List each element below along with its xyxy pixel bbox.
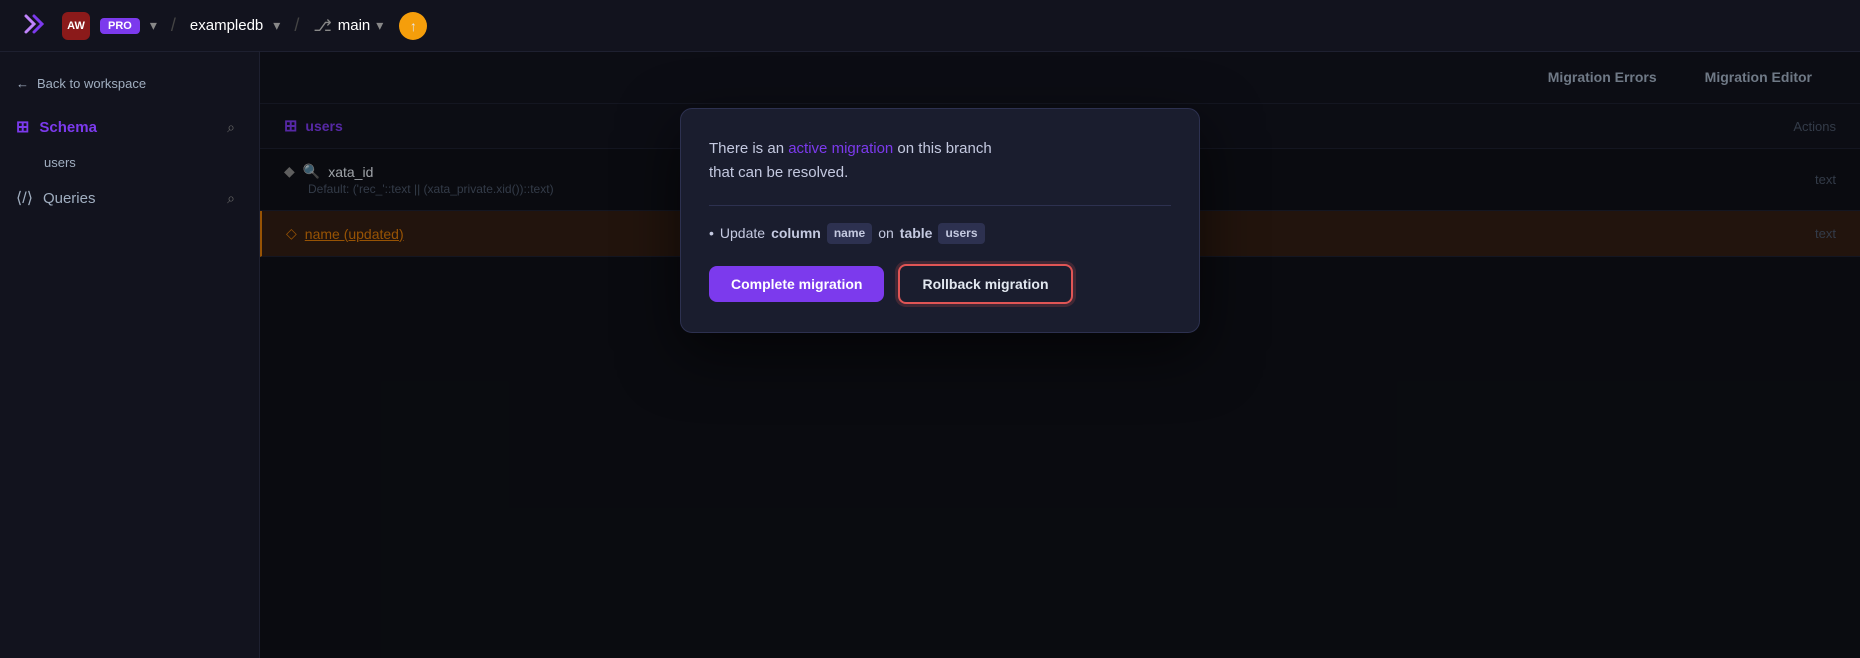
back-to-workspace[interactable]: ← Back to workspace bbox=[0, 68, 259, 107]
queries-search-icon[interactable]: ⌕ bbox=[227, 190, 247, 207]
sidebar-item-users[interactable]: users bbox=[0, 147, 259, 178]
db-chevron[interactable]: ▾ bbox=[273, 17, 280, 34]
bullet-column-bold: column bbox=[771, 222, 821, 244]
table-name-badge: users bbox=[938, 223, 984, 244]
branch-icon: ⎇ bbox=[313, 16, 331, 36]
queries-section-row: ⟨/⟩ Queries ⌕ bbox=[0, 178, 259, 218]
popup-bullet: • Update column name on table users bbox=[709, 222, 1171, 244]
main-layout: ← Back to workspace ⊞ Schema ⌕ users ⟨/⟩… bbox=[0, 52, 1860, 658]
queries-section: ⟨/⟩ Queries ⌕ bbox=[0, 178, 259, 218]
column-name-badge: name bbox=[827, 223, 872, 244]
complete-migration-button[interactable]: Complete migration bbox=[709, 266, 884, 302]
separator-2: / bbox=[294, 15, 299, 36]
popup-overlay[interactable]: There is an active migration on this bra… bbox=[260, 52, 1860, 658]
pro-badge: PRO bbox=[100, 18, 140, 34]
popup-description: There is an active migration on this bra… bbox=[709, 137, 1171, 185]
schema-section-row: ⊞ Schema ⌕ bbox=[0, 107, 259, 147]
popup-actions: Complete migration Rollback migration bbox=[709, 264, 1171, 304]
queries-label: Queries bbox=[43, 190, 96, 207]
separator-1: / bbox=[171, 15, 176, 36]
user-avatar: AW bbox=[62, 12, 90, 40]
bullet-update-text: Update bbox=[720, 222, 765, 244]
account-chevron[interactable]: ▾ bbox=[150, 17, 157, 34]
bullet-table-bold: table bbox=[900, 222, 933, 244]
branch-name: main bbox=[338, 17, 371, 34]
schema-header[interactable]: ⊞ Schema bbox=[0, 107, 113, 147]
active-migration-link[interactable]: active migration bbox=[788, 140, 893, 157]
popup-divider bbox=[709, 205, 1171, 206]
branch-selector[interactable]: ⎇ main ▾ bbox=[313, 16, 383, 36]
migration-popup: There is an active migration on this bra… bbox=[680, 108, 1200, 333]
top-nav: AW PRO ▾ / exampledb ▾ / ⎇ main ▾ ↑ bbox=[0, 0, 1860, 52]
rollback-migration-button[interactable]: Rollback migration bbox=[898, 264, 1072, 304]
sidebar: ← Back to workspace ⊞ Schema ⌕ users ⟨/⟩… bbox=[0, 52, 260, 658]
bullet-on-text: on bbox=[878, 222, 894, 244]
app-logo[interactable] bbox=[16, 8, 52, 44]
schema-section: ⊞ Schema ⌕ users bbox=[0, 107, 259, 178]
migration-indicator[interactable]: ↑ bbox=[399, 12, 427, 40]
schema-icon: ⊞ bbox=[16, 117, 29, 137]
schema-search-icon[interactable]: ⌕ bbox=[227, 119, 247, 136]
branch-chevron[interactable]: ▾ bbox=[376, 17, 383, 34]
db-name[interactable]: exampledb bbox=[190, 17, 263, 34]
bullet-dot: • bbox=[709, 222, 714, 244]
popup-text-before: There is an bbox=[709, 140, 788, 157]
migration-icon: ↑ bbox=[410, 18, 417, 34]
queries-header[interactable]: ⟨/⟩ Queries bbox=[0, 178, 111, 218]
content-area: Migration Errors Migration Editor ⊞ user… bbox=[260, 52, 1860, 658]
back-label: Back to workspace bbox=[37, 76, 146, 91]
schema-label: Schema bbox=[39, 119, 97, 136]
queries-icon: ⟨/⟩ bbox=[16, 188, 33, 208]
back-arrow-icon: ← bbox=[16, 76, 29, 91]
